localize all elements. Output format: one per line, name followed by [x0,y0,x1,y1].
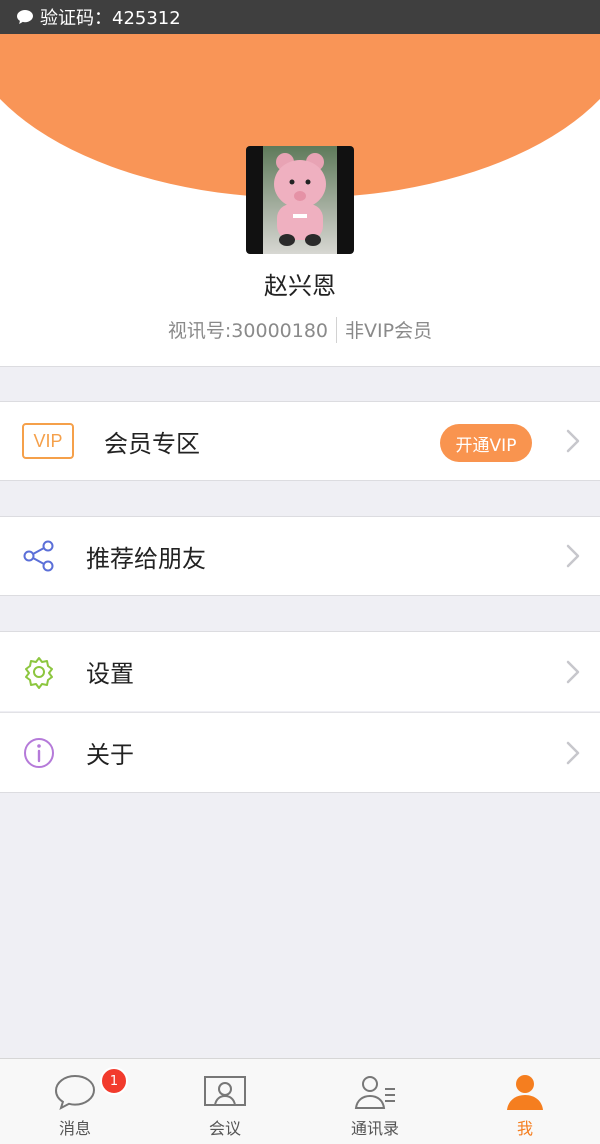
user-meta: 视讯号:30000180 非VIP会员 [0,316,600,343]
person-icon [507,1075,543,1110]
tab-label: 会议 [208,1119,241,1138]
share-label: 推荐给朋友 [86,544,206,573]
user-name: 赵兴恩 [264,272,336,300]
settings-label: 设置 [86,660,134,688]
tab-me[interactable]: 我 [450,1059,600,1144]
contacts-icon [354,1076,395,1109]
unread-badge: 1 [100,1067,128,1095]
chevron-right-icon [566,429,580,453]
tab-bar: 1 消息 会议 通讯录 我 [0,1058,600,1144]
meeting-icon [204,1076,246,1106]
share-icon [22,539,56,573]
profile-header: 赵兴恩 视讯号:30000180 非VIP会员 [0,34,600,367]
info-icon [22,736,56,770]
status-bar: 验证码：425312 [0,0,600,34]
open-vip-button[interactable]: 开通VIP [440,424,532,462]
account-id: 视讯号:30000180 [167,320,329,342]
chat-bubble-icon [54,1074,96,1111]
tab-contacts[interactable]: 通讯录 [300,1059,450,1144]
membership-status: 非VIP会员 [345,320,433,342]
status-text: 验证码：425312 [40,8,181,29]
menu-item-share[interactable]: 推荐给朋友 [0,516,600,596]
avatar[interactable] [246,146,354,254]
menu-item-settings[interactable]: 设置 [0,631,600,711]
chat-bubble-icon [17,10,33,24]
about-label: 关于 [86,741,134,769]
chevron-right-icon [566,660,580,683]
tab-meetings[interactable]: 会议 [150,1059,300,1144]
chevron-right-icon [566,741,580,764]
tab-label: 消息 [58,1119,91,1138]
avatar-image [274,153,326,246]
tab-label: 我 [516,1119,533,1138]
meta-divider [336,316,338,343]
tab-label: 通讯录 [350,1119,399,1138]
vip-label: 会员专区 [104,429,200,458]
menu-item-about[interactable]: 关于 [0,713,600,793]
chevron-right-icon [566,544,580,568]
gear-icon [22,655,56,689]
vip-icon: VIP [22,423,74,459]
menu-item-vip[interactable]: VIP 会员专区 开通VIP [0,401,600,481]
tab-messages[interactable]: 1 消息 [0,1059,150,1144]
